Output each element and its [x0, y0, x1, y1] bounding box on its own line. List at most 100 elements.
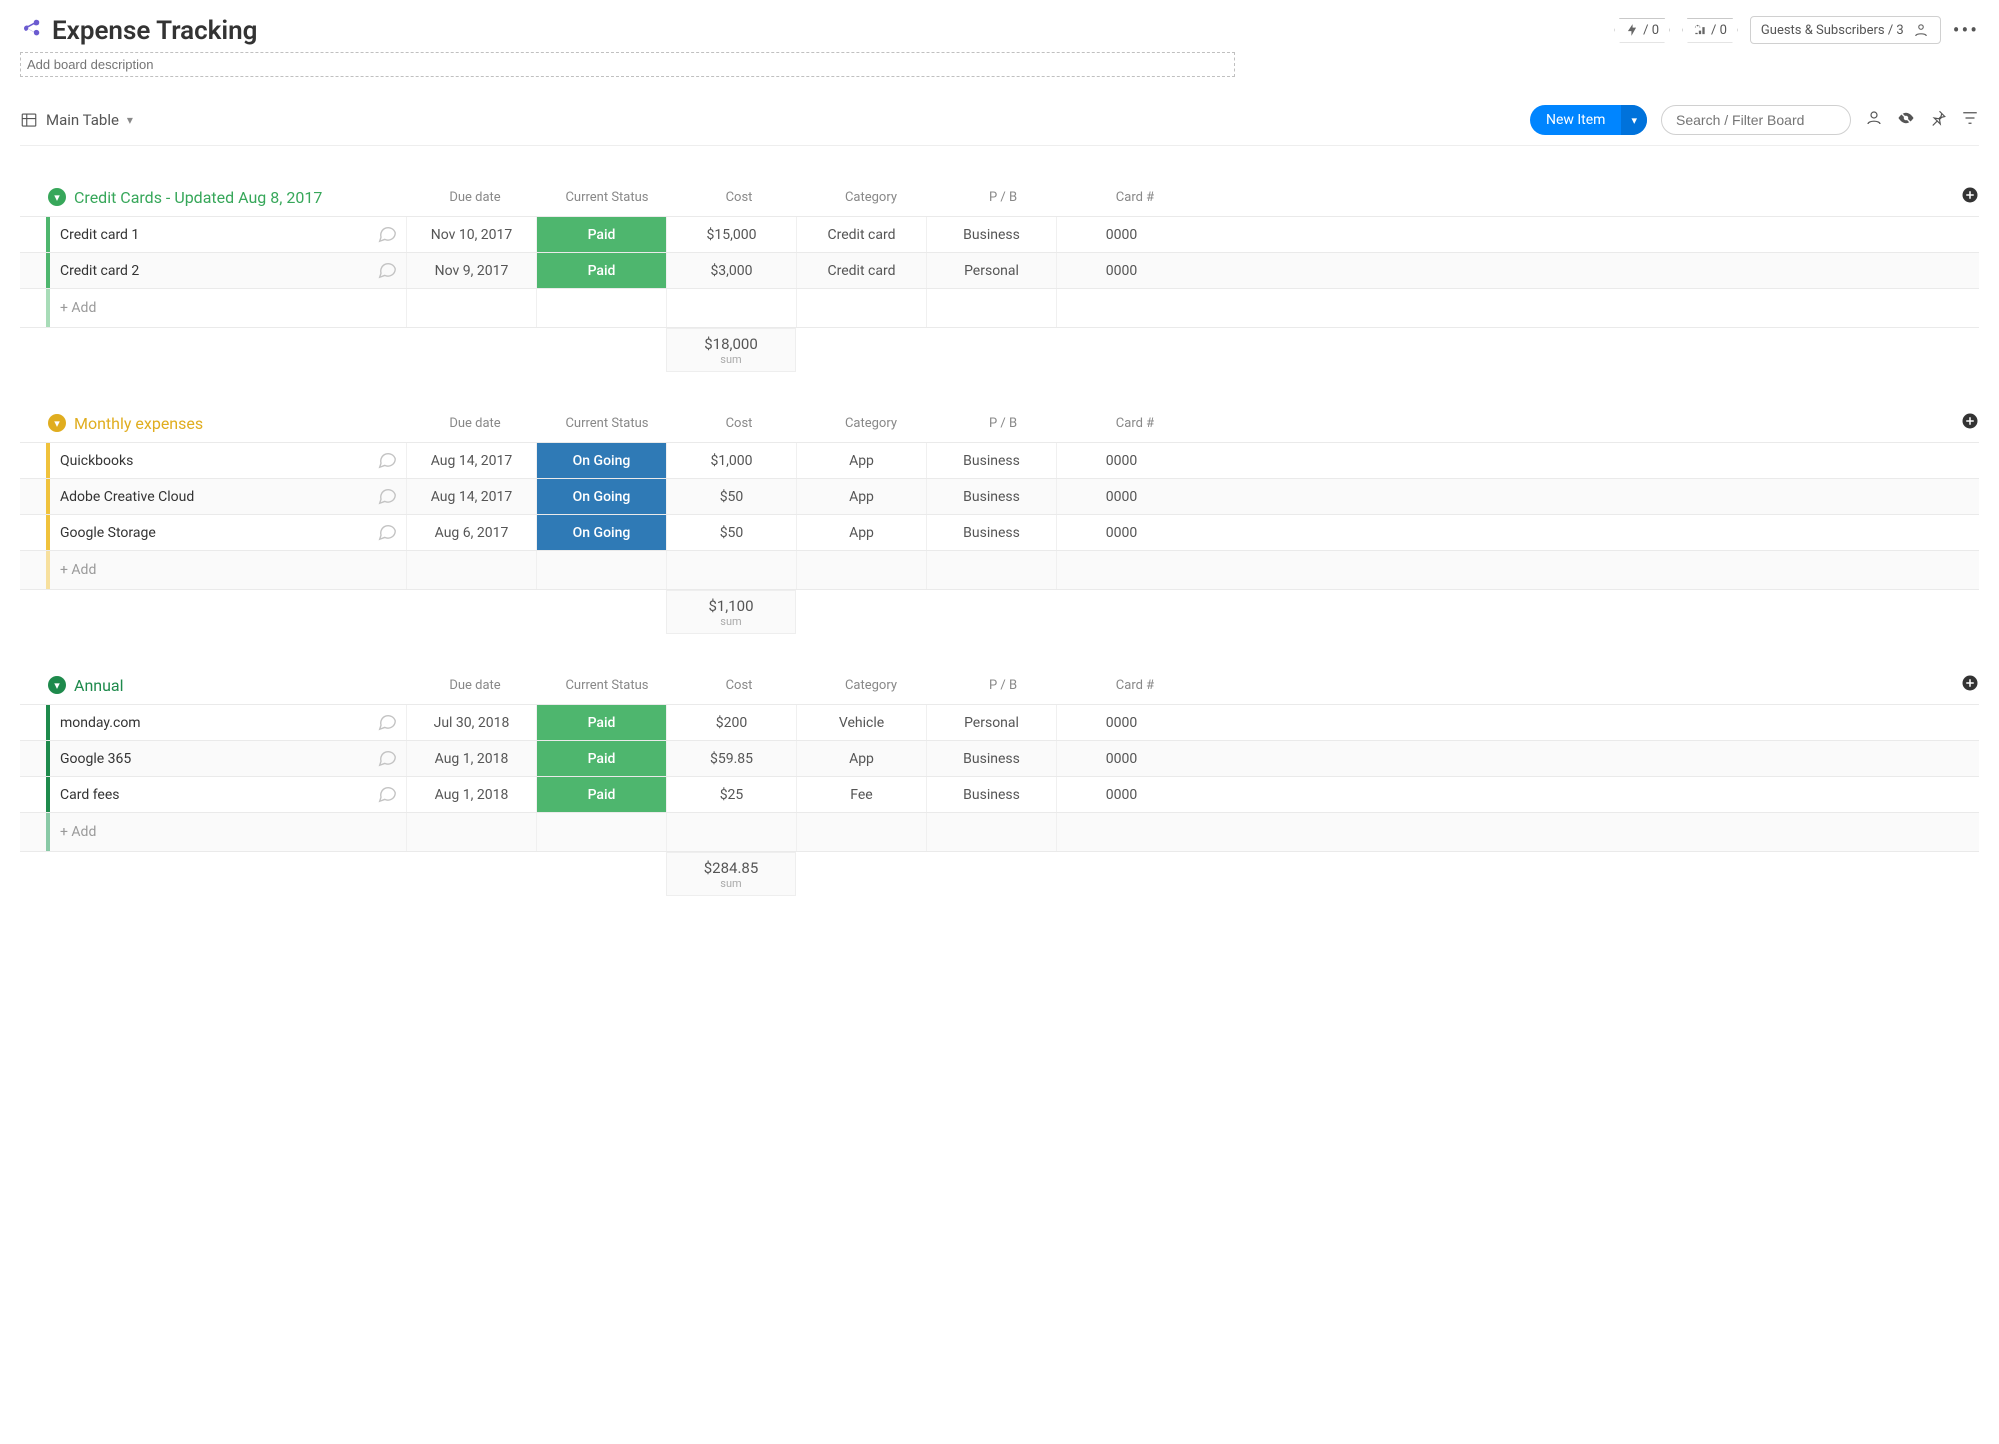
column-header-card[interactable]: Card #: [1070, 678, 1200, 693]
group-title[interactable]: Annual: [74, 676, 124, 695]
cell-category[interactable]: App: [796, 515, 926, 550]
add-column-button[interactable]: [1961, 186, 1979, 208]
cell-due-date[interactable]: Jul 30, 2018: [406, 705, 536, 740]
cell-pb[interactable]: Personal: [926, 705, 1056, 740]
cell-category[interactable]: Credit card: [796, 253, 926, 288]
cell-due-date[interactable]: Nov 10, 2017: [406, 217, 536, 252]
cell-status[interactable]: Paid: [536, 741, 666, 776]
table-row[interactable]: Credit card 1 Nov 10, 2017 Paid $15,000 …: [20, 216, 1979, 252]
cell-cost[interactable]: $50: [666, 515, 796, 550]
item-name[interactable]: Quickbooks: [60, 453, 133, 469]
new-item-dropdown[interactable]: ▾: [1621, 105, 1647, 135]
cell-cost[interactable]: $25: [666, 777, 796, 812]
table-row[interactable]: Credit card 2 Nov 9, 2017 Paid $3,000 Cr…: [20, 252, 1979, 288]
group-collapse-toggle[interactable]: ▾: [48, 414, 66, 432]
new-item-button[interactable]: New Item ▾: [1530, 105, 1647, 135]
cell-pb[interactable]: Business: [926, 515, 1056, 550]
cell-card[interactable]: 0000: [1056, 443, 1186, 478]
cell-card[interactable]: 0000: [1056, 253, 1186, 288]
cell-status[interactable]: On Going: [536, 443, 666, 478]
cell-card[interactable]: 0000: [1056, 479, 1186, 514]
more-menu-icon[interactable]: •••: [1953, 18, 1979, 42]
conversation-icon[interactable]: [376, 746, 398, 772]
table-row[interactable]: Adobe Creative Cloud Aug 14, 2017 On Goi…: [20, 478, 1979, 514]
group-collapse-toggle[interactable]: ▾: [48, 676, 66, 694]
cell-due-date[interactable]: Aug 6, 2017: [406, 515, 536, 550]
cell-card[interactable]: 0000: [1056, 705, 1186, 740]
conversation-icon[interactable]: [376, 782, 398, 808]
board-title[interactable]: Expense Tracking: [52, 16, 257, 46]
column-header-cost[interactable]: Cost: [674, 416, 804, 431]
column-header-card[interactable]: Card #: [1070, 416, 1200, 431]
column-header-cost[interactable]: Cost: [674, 678, 804, 693]
cell-cost[interactable]: $50: [666, 479, 796, 514]
table-row[interactable]: Google Storage Aug 6, 2017 On Going $50 …: [20, 514, 1979, 550]
column-header-pb[interactable]: P / B: [938, 416, 1068, 431]
guests-subscribers-button[interactable]: Guests & Subscribers / 3: [1750, 16, 1941, 44]
cell-pb[interactable]: Business: [926, 443, 1056, 478]
cell-card[interactable]: 0000: [1056, 217, 1186, 252]
add-column-button[interactable]: [1961, 412, 1979, 434]
cell-status[interactable]: Paid: [536, 217, 666, 252]
table-row[interactable]: Card fees Aug 1, 2018 Paid $25 Fee Busin…: [20, 776, 1979, 812]
add-item-row[interactable]: + Add: [20, 288, 1979, 328]
pin-icon[interactable]: [1929, 109, 1947, 131]
item-name[interactable]: Card fees: [60, 787, 120, 803]
item-name[interactable]: Credit card 2: [60, 263, 139, 279]
column-header-status[interactable]: Current Status: [542, 190, 672, 205]
cell-cost[interactable]: $3,000: [666, 253, 796, 288]
column-header-due-date[interactable]: Due date: [410, 416, 540, 431]
conversation-icon[interactable]: [376, 448, 398, 474]
column-header-pb[interactable]: P / B: [938, 190, 1068, 205]
group-title[interactable]: Credit Cards - Updated Aug 8, 2017: [74, 188, 322, 207]
conversation-icon[interactable]: [376, 710, 398, 736]
table-row[interactable]: monday.com Jul 30, 2018 Paid $200 Vehicl…: [20, 704, 1979, 740]
column-header-due-date[interactable]: Due date: [410, 678, 540, 693]
column-header-status[interactable]: Current Status: [542, 416, 672, 431]
automations-badge[interactable]: / 0: [1682, 18, 1738, 43]
add-column-button[interactable]: [1961, 674, 1979, 696]
column-header-pb[interactable]: P / B: [938, 678, 1068, 693]
share-icon[interactable]: [20, 18, 42, 44]
table-row[interactable]: Quickbooks Aug 14, 2017 On Going $1,000 …: [20, 442, 1979, 478]
cell-due-date[interactable]: Aug 14, 2017: [406, 479, 536, 514]
cell-cost[interactable]: $1,000: [666, 443, 796, 478]
board-description-input[interactable]: [20, 52, 1235, 77]
item-name[interactable]: Google 365: [60, 751, 131, 767]
column-header-cost[interactable]: Cost: [674, 190, 804, 205]
filter-icon[interactable]: [1961, 109, 1979, 131]
item-name[interactable]: monday.com: [60, 715, 141, 731]
cell-category[interactable]: App: [796, 443, 926, 478]
cell-category[interactable]: Vehicle: [796, 705, 926, 740]
add-item-row[interactable]: + Add: [20, 812, 1979, 852]
cell-status[interactable]: Paid: [536, 253, 666, 288]
group-collapse-toggle[interactable]: ▾: [48, 188, 66, 206]
cell-due-date[interactable]: Aug 1, 2018: [406, 777, 536, 812]
column-header-category[interactable]: Category: [806, 190, 936, 205]
view-switcher[interactable]: Main Table ▾: [20, 111, 133, 129]
item-name[interactable]: Credit card 1: [60, 227, 139, 243]
cell-cost[interactable]: $15,000: [666, 217, 796, 252]
column-header-category[interactable]: Category: [806, 416, 936, 431]
cell-status[interactable]: Paid: [536, 777, 666, 812]
cell-category[interactable]: App: [796, 741, 926, 776]
column-header-due-date[interactable]: Due date: [410, 190, 540, 205]
search-input[interactable]: [1661, 105, 1851, 135]
cell-status[interactable]: Paid: [536, 705, 666, 740]
cell-pb[interactable]: Business: [926, 479, 1056, 514]
cell-status[interactable]: On Going: [536, 479, 666, 514]
item-name[interactable]: Adobe Creative Cloud: [60, 489, 194, 505]
cell-status[interactable]: On Going: [536, 515, 666, 550]
person-filter-icon[interactable]: [1865, 109, 1883, 131]
group-title[interactable]: Monthly expenses: [74, 414, 203, 433]
cell-cost[interactable]: $59.85: [666, 741, 796, 776]
column-header-category[interactable]: Category: [806, 678, 936, 693]
cell-pb[interactable]: Business: [926, 741, 1056, 776]
cell-pb[interactable]: Business: [926, 777, 1056, 812]
cell-pb[interactable]: Personal: [926, 253, 1056, 288]
cell-category[interactable]: Credit card: [796, 217, 926, 252]
hide-icon[interactable]: [1897, 109, 1915, 131]
cell-category[interactable]: Fee: [796, 777, 926, 812]
integrations-badge[interactable]: / 0: [1614, 18, 1670, 43]
cell-card[interactable]: 0000: [1056, 741, 1186, 776]
